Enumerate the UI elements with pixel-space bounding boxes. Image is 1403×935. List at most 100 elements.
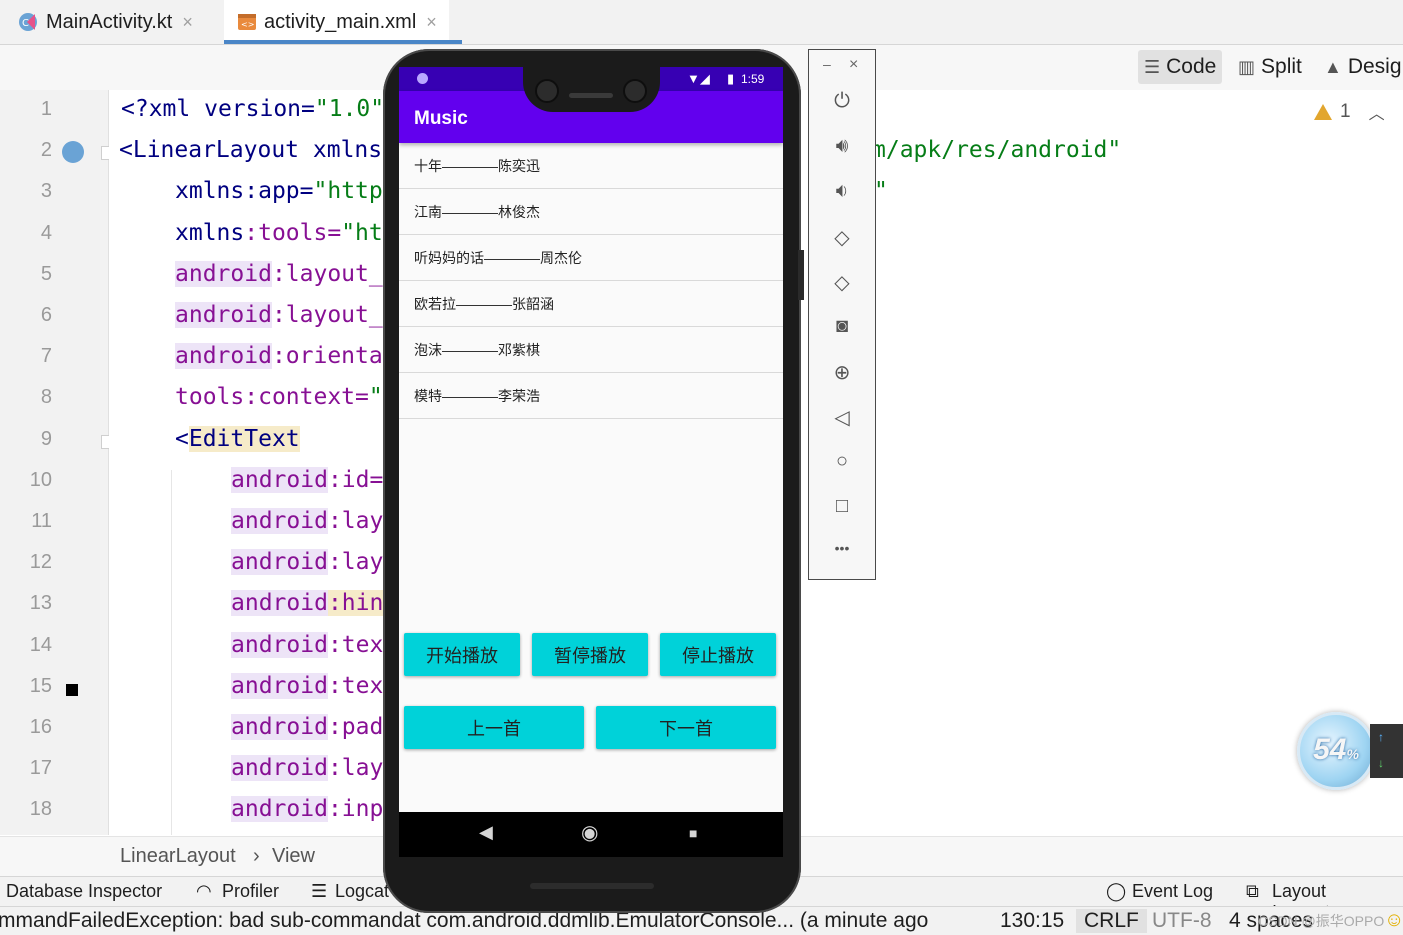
chevron-up-icon[interactable]: ︿: [1369, 100, 1385, 124]
code-token: xmlns: [175, 178, 245, 205]
home-icon[interactable]: ◉: [581, 820, 598, 845]
breadcrumb-item[interactable]: View: [272, 845, 315, 868]
profiler-icon: ◠: [196, 881, 212, 901]
close-icon[interactable]: ×: [426, 12, 437, 33]
code-token: "http: [313, 178, 383, 205]
code-token: :pad: [327, 714, 384, 740]
list-item[interactable]: 十年————陈奕迅: [399, 143, 783, 189]
breadcrumb-item[interactable]: LinearLayout: [120, 845, 236, 868]
code-line[interactable]: android:tex: [231, 672, 383, 699]
code-token: :app=: [244, 178, 314, 205]
close-icon[interactable]: ×: [849, 56, 858, 74]
profiler-button[interactable]: Profiler: [222, 881, 279, 902]
database-inspector-button[interactable]: Database Inspector: [6, 881, 162, 902]
code-line[interactable]: android:inp: [231, 796, 383, 823]
smiley-icon[interactable]: ☺: [1384, 909, 1403, 932]
list-item[interactable]: 江南————林俊杰: [399, 189, 783, 235]
list-item[interactable]: 欧若拉————张韶涵: [399, 281, 783, 327]
event-log-button[interactable]: Event Log: [1132, 881, 1213, 902]
code-line[interactable]: android:lay: [231, 549, 383, 576]
code-line[interactable]: <LinearLayout xmlns: [119, 137, 382, 163]
code-token: android: [231, 508, 328, 534]
code-line[interactable]: <?xml version="1.0": [121, 96, 384, 122]
wifi-icon: ▼◢: [687, 71, 710, 86]
tab-activity-main[interactable]: <> activity_main.xml ×: [224, 0, 449, 44]
volume-down-icon[interactable]: 🔉︎: [809, 180, 875, 203]
emulator-screen[interactable]: ▼◢ ▮ 1:59 Music 十年————陈奕迅 江南————林俊杰 听妈妈的…: [399, 67, 783, 857]
more-icon[interactable]: •••: [809, 540, 875, 556]
back-icon[interactable]: ◀: [479, 822, 493, 843]
previous-button[interactable]: 上一首: [404, 706, 584, 749]
minimize-icon[interactable]: –: [823, 56, 831, 72]
code-line[interactable]: android:lay: [231, 508, 383, 534]
list-item[interactable]: 泡沫————邓紫棋: [399, 327, 783, 373]
line-number: 17: [29, 757, 52, 780]
stop-button[interactable]: 停止播放: [660, 633, 776, 676]
active-tab-indicator: [224, 40, 462, 44]
line-number: 10: [29, 468, 52, 491]
code-line[interactable]: android:orienta: [175, 343, 383, 370]
camera-screenshot-icon[interactable]: ◙: [809, 315, 875, 338]
caret-position[interactable]: 130:15: [1000, 909, 1064, 933]
kotlin-activity-gutter-icon[interactable]: [62, 141, 84, 163]
memory-widget[interactable]: 54%: [1297, 712, 1375, 790]
code-token: :orienta: [271, 343, 383, 370]
code-line[interactable]: android:lay: [231, 755, 383, 782]
code-line[interactable]: android:pad: [231, 714, 383, 740]
network-speed-tab[interactable]: ↑ ↓: [1370, 724, 1403, 778]
inspection-widget[interactable]: 1 ︿: [1314, 100, 1385, 124]
split-view-icon: ▥: [1238, 56, 1256, 77]
list-item[interactable]: 听妈妈的话————周杰伦: [399, 235, 783, 281]
code-token: android: [231, 755, 328, 782]
line-number: 14: [29, 633, 52, 656]
logcat-button[interactable]: Logcat: [335, 881, 389, 902]
close-icon[interactable]: ×: [182, 12, 193, 33]
code-line[interactable]: android:layout_: [175, 302, 383, 328]
code-line[interactable]: tools:context=": [175, 384, 383, 410]
line-separator[interactable]: CRLF: [1076, 909, 1147, 933]
code-mode-button[interactable]: ☰ Code: [1138, 50, 1223, 84]
pause-button[interactable]: 暂停播放: [532, 633, 648, 676]
warning-icon: [1314, 104, 1332, 120]
overview-icon[interactable]: □: [809, 495, 875, 518]
code-token: :tex: [327, 631, 384, 658]
design-mode-label: Desig: [1347, 55, 1402, 78]
code-line[interactable]: xmlns:app="http: [175, 178, 383, 204]
rotate-left-icon[interactable]: ◇: [809, 225, 875, 250]
camera-icon: [535, 79, 559, 103]
code-line[interactable]: <EditText: [175, 425, 300, 452]
play-button[interactable]: 开始播放: [404, 633, 520, 676]
color-swatch-icon[interactable]: [66, 684, 78, 696]
code-token: :tools=: [244, 219, 342, 246]
code-token: "1.0": [314, 96, 385, 122]
code-token: "ht: [341, 219, 383, 246]
camera-notch: [523, 67, 660, 112]
code-line-continuation[interactable]: m/apk/res/android": [872, 137, 1121, 163]
split-mode-button[interactable]: ▥ Split: [1232, 50, 1308, 84]
xml-layout-icon: <>: [236, 11, 258, 33]
logcat-icon: ☰: [311, 881, 328, 901]
recents-icon[interactable]: ■: [689, 825, 697, 841]
code-line-continuation[interactable]: ": [874, 178, 888, 204]
home-icon[interactable]: ○: [809, 450, 875, 473]
widget-percent: 54%: [1313, 733, 1359, 766]
code-token: android: [231, 714, 328, 740]
tab-mainactivity[interactable]: C MainActivity.kt ×: [18, 0, 193, 44]
power-icon[interactable]: ⏻: [809, 90, 875, 113]
code-line[interactable]: android:id=: [231, 466, 383, 493]
volume-up-icon[interactable]: 🔊︎: [809, 135, 875, 158]
code-line[interactable]: android:tex: [231, 631, 384, 658]
next-button[interactable]: 下一首: [596, 706, 776, 749]
rotate-right-icon[interactable]: ◇: [809, 270, 875, 295]
code-line[interactable]: android:hin: [231, 590, 384, 617]
code-line[interactable]: xmlns:tools="ht: [175, 220, 383, 246]
list-item[interactable]: 模特————李荣浩: [399, 373, 783, 419]
file-encoding[interactable]: UTF-8: [1152, 909, 1212, 933]
code-line[interactable]: android:layout_: [175, 260, 383, 287]
zoom-icon[interactable]: ⊕: [809, 360, 875, 385]
design-mode-button[interactable]: ▲ Desig: [1318, 50, 1403, 84]
clock: 1:59: [741, 72, 765, 86]
back-icon[interactable]: ◁: [809, 405, 875, 430]
kotlin-file-icon: C: [18, 11, 40, 33]
code-token: android: [231, 796, 328, 823]
